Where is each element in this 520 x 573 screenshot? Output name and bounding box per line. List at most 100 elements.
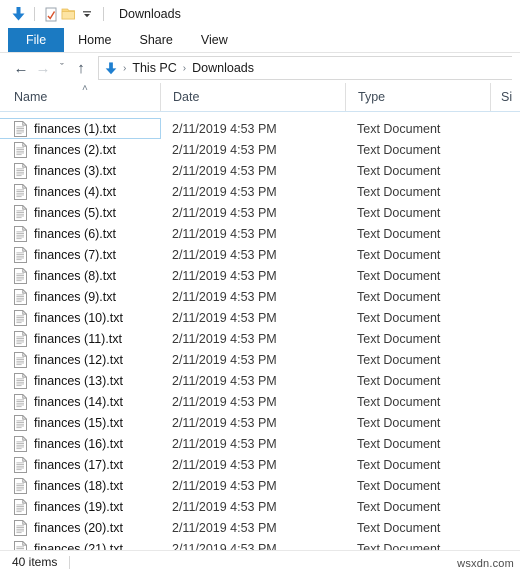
file-name-cell[interactable]: finances (8).txt	[0, 266, 160, 285]
file-name-cell[interactable]: finances (10).txt	[0, 308, 160, 327]
column-header-name[interactable]: Name ˄	[0, 83, 160, 111]
file-type-cell: Text Document	[357, 142, 441, 157]
file-name-cell[interactable]: finances (19).txt	[0, 497, 160, 516]
file-name-cell[interactable]: finances (3).txt	[0, 161, 160, 180]
recent-locations-chevron-icon[interactable]: ˇ	[54, 57, 70, 79]
file-name-cell[interactable]: finances (6).txt	[0, 224, 160, 243]
file-name-cell[interactable]: finances (1).txt	[0, 118, 161, 139]
file-list[interactable]: finances (1).txt 2/11/2019 4:53 PM Text Do…	[0, 118, 520, 551]
file-name-cell[interactable]: finances (13).txt	[0, 371, 160, 390]
text-document-icon	[14, 372, 27, 389]
table-row[interactable]: finances (7).txt 2/11/2019 4:53 PM Text Do…	[0, 244, 520, 265]
file-name-cell[interactable]: finances (4).txt	[0, 182, 160, 201]
file-date-cell: 2/11/2019 4:53 PM	[172, 520, 277, 535]
file-name-cell[interactable]: finances (17).txt	[0, 455, 160, 474]
file-name-cell[interactable]: finances (11).txt	[0, 329, 160, 348]
file-name-cell[interactable]: finances (12).txt	[0, 350, 160, 369]
table-row[interactable]: finances (11).txt 2/11/2019 4:53 PM Text D…	[0, 328, 520, 349]
file-name-cell[interactable]: finances (15).txt	[0, 413, 160, 432]
table-row[interactable]: finances (18).txt 2/11/2019 4:53 PM Text D…	[0, 475, 520, 496]
column-header-row: Name ˄ Date Type Si	[0, 83, 520, 112]
downloads-icon[interactable]	[9, 5, 27, 23]
text-document-icon	[14, 225, 27, 242]
table-row[interactable]: finances (19).txt 2/11/2019 4:53 PM Text D…	[0, 496, 520, 517]
text-document-icon	[14, 330, 27, 347]
file-name-label: finances (9).txt	[34, 289, 116, 304]
tab-share[interactable]: Share	[126, 28, 187, 52]
file-name-cell[interactable]: finances (9).txt	[0, 287, 160, 306]
file-name-label: finances (10).txt	[34, 310, 123, 325]
breadcrumb-this-pc[interactable]: This PC	[129, 61, 179, 75]
file-type-cell: Text Document	[357, 520, 441, 535]
file-name-label: finances (18).txt	[34, 478, 123, 493]
file-type-cell: Text Document	[357, 415, 441, 430]
file-date-cell: 2/11/2019 4:53 PM	[172, 373, 277, 388]
text-document-icon	[14, 183, 27, 200]
text-document-icon	[14, 288, 27, 305]
text-document-icon	[14, 456, 27, 473]
table-row[interactable]: finances (10).txt 2/11/2019 4:53 PM Text D…	[0, 307, 520, 328]
table-row[interactable]: finances (17).txt 2/11/2019 4:53 PM Text D…	[0, 454, 520, 475]
file-name-cell[interactable]: finances (14).txt	[0, 392, 160, 411]
back-button[interactable]: ←	[10, 57, 32, 79]
file-name-cell[interactable]: finances (7).txt	[0, 245, 160, 264]
file-name-cell[interactable]: finances (20).txt	[0, 518, 160, 537]
file-type-cell: Text Document	[357, 247, 441, 262]
file-name-label: finances (8).txt	[34, 268, 116, 283]
file-type-cell: Text Document	[357, 499, 441, 514]
ribbon-tab-bar: File Home Share View	[0, 28, 520, 52]
up-button[interactable]: ↑	[70, 57, 92, 79]
file-type-cell: Text Document	[357, 310, 441, 325]
file-date-cell: 2/11/2019 4:53 PM	[172, 289, 277, 304]
table-row[interactable]: finances (14).txt 2/11/2019 4:53 PM Text D…	[0, 391, 520, 412]
column-header-date[interactable]: Date	[160, 83, 345, 111]
file-date-cell: 2/11/2019 4:53 PM	[172, 436, 277, 451]
table-row[interactable]: finances (12).txt 2/11/2019 4:53 PM Text D…	[0, 349, 520, 370]
file-date-cell: 2/11/2019 4:53 PM	[172, 478, 277, 493]
tab-file[interactable]: File	[8, 28, 65, 52]
table-row[interactable]: finances (4).txt 2/11/2019 4:53 PM Text Do…	[0, 181, 520, 202]
table-row[interactable]: finances (1).txt 2/11/2019 4:53 PM Text Do…	[0, 118, 520, 139]
table-row[interactable]: finances (6).txt 2/11/2019 4:53 PM Text Do…	[0, 223, 520, 244]
file-date-cell: 2/11/2019 4:53 PM	[172, 226, 277, 241]
column-header-size[interactable]: Si	[490, 83, 520, 111]
file-type-cell: Text Document	[357, 436, 441, 451]
file-date-cell: 2/11/2019 4:53 PM	[172, 121, 277, 136]
file-name-label: finances (14).txt	[34, 394, 123, 409]
new-folder-icon[interactable]	[60, 5, 78, 23]
file-name-cell[interactable]: finances (5).txt	[0, 203, 160, 222]
table-row[interactable]: finances (13).txt 2/11/2019 4:53 PM Text D…	[0, 370, 520, 391]
sort-ascending-icon: ˄	[82, 83, 88, 94]
table-row[interactable]: finances (8).txt 2/11/2019 4:53 PM Text Do…	[0, 265, 520, 286]
customize-chevron-icon[interactable]	[78, 5, 96, 23]
file-type-cell: Text Document	[357, 163, 441, 178]
properties-icon[interactable]	[42, 5, 60, 23]
file-date-cell: 2/11/2019 4:53 PM	[172, 394, 277, 409]
file-type-cell: Text Document	[357, 331, 441, 346]
tab-home[interactable]: Home	[64, 28, 125, 52]
tab-view[interactable]: View	[187, 28, 242, 52]
file-date-cell: 2/11/2019 4:53 PM	[172, 352, 277, 367]
status-bar: 40 items	[0, 550, 520, 573]
file-name-label: finances (2).txt	[34, 142, 116, 157]
file-name-cell[interactable]: finances (2).txt	[0, 140, 160, 159]
table-row[interactable]: finances (16).txt 2/11/2019 4:53 PM Text D…	[0, 433, 520, 454]
table-row[interactable]: finances (15).txt 2/11/2019 4:53 PM Text D…	[0, 412, 520, 433]
breadcrumb-downloads[interactable]: Downloads	[189, 61, 257, 75]
table-row[interactable]: finances (2).txt 2/11/2019 4:53 PM Text Do…	[0, 139, 520, 160]
table-row[interactable]: finances (20).txt 2/11/2019 4:53 PM Text D…	[0, 517, 520, 538]
text-document-icon	[14, 309, 27, 326]
file-name-cell[interactable]: finances (16).txt	[0, 434, 160, 453]
file-name-label: finances (5).txt	[34, 205, 116, 220]
file-name-label: finances (3).txt	[34, 163, 116, 178]
address-bar[interactable]: › This PC › Downloads	[98, 56, 512, 80]
text-document-icon	[14, 519, 27, 536]
table-row[interactable]: finances (5).txt 2/11/2019 4:53 PM Text Do…	[0, 202, 520, 223]
file-name-cell[interactable]: finances (18).txt	[0, 476, 160, 495]
file-name-label: finances (12).txt	[34, 352, 123, 367]
item-count-label: 40 items	[12, 555, 58, 569]
table-row[interactable]: finances (3).txt 2/11/2019 4:53 PM Text Do…	[0, 160, 520, 181]
table-row[interactable]: finances (9).txt 2/11/2019 4:53 PM Text Do…	[0, 286, 520, 307]
column-header-type[interactable]: Type	[345, 83, 490, 111]
text-document-icon	[14, 204, 27, 221]
